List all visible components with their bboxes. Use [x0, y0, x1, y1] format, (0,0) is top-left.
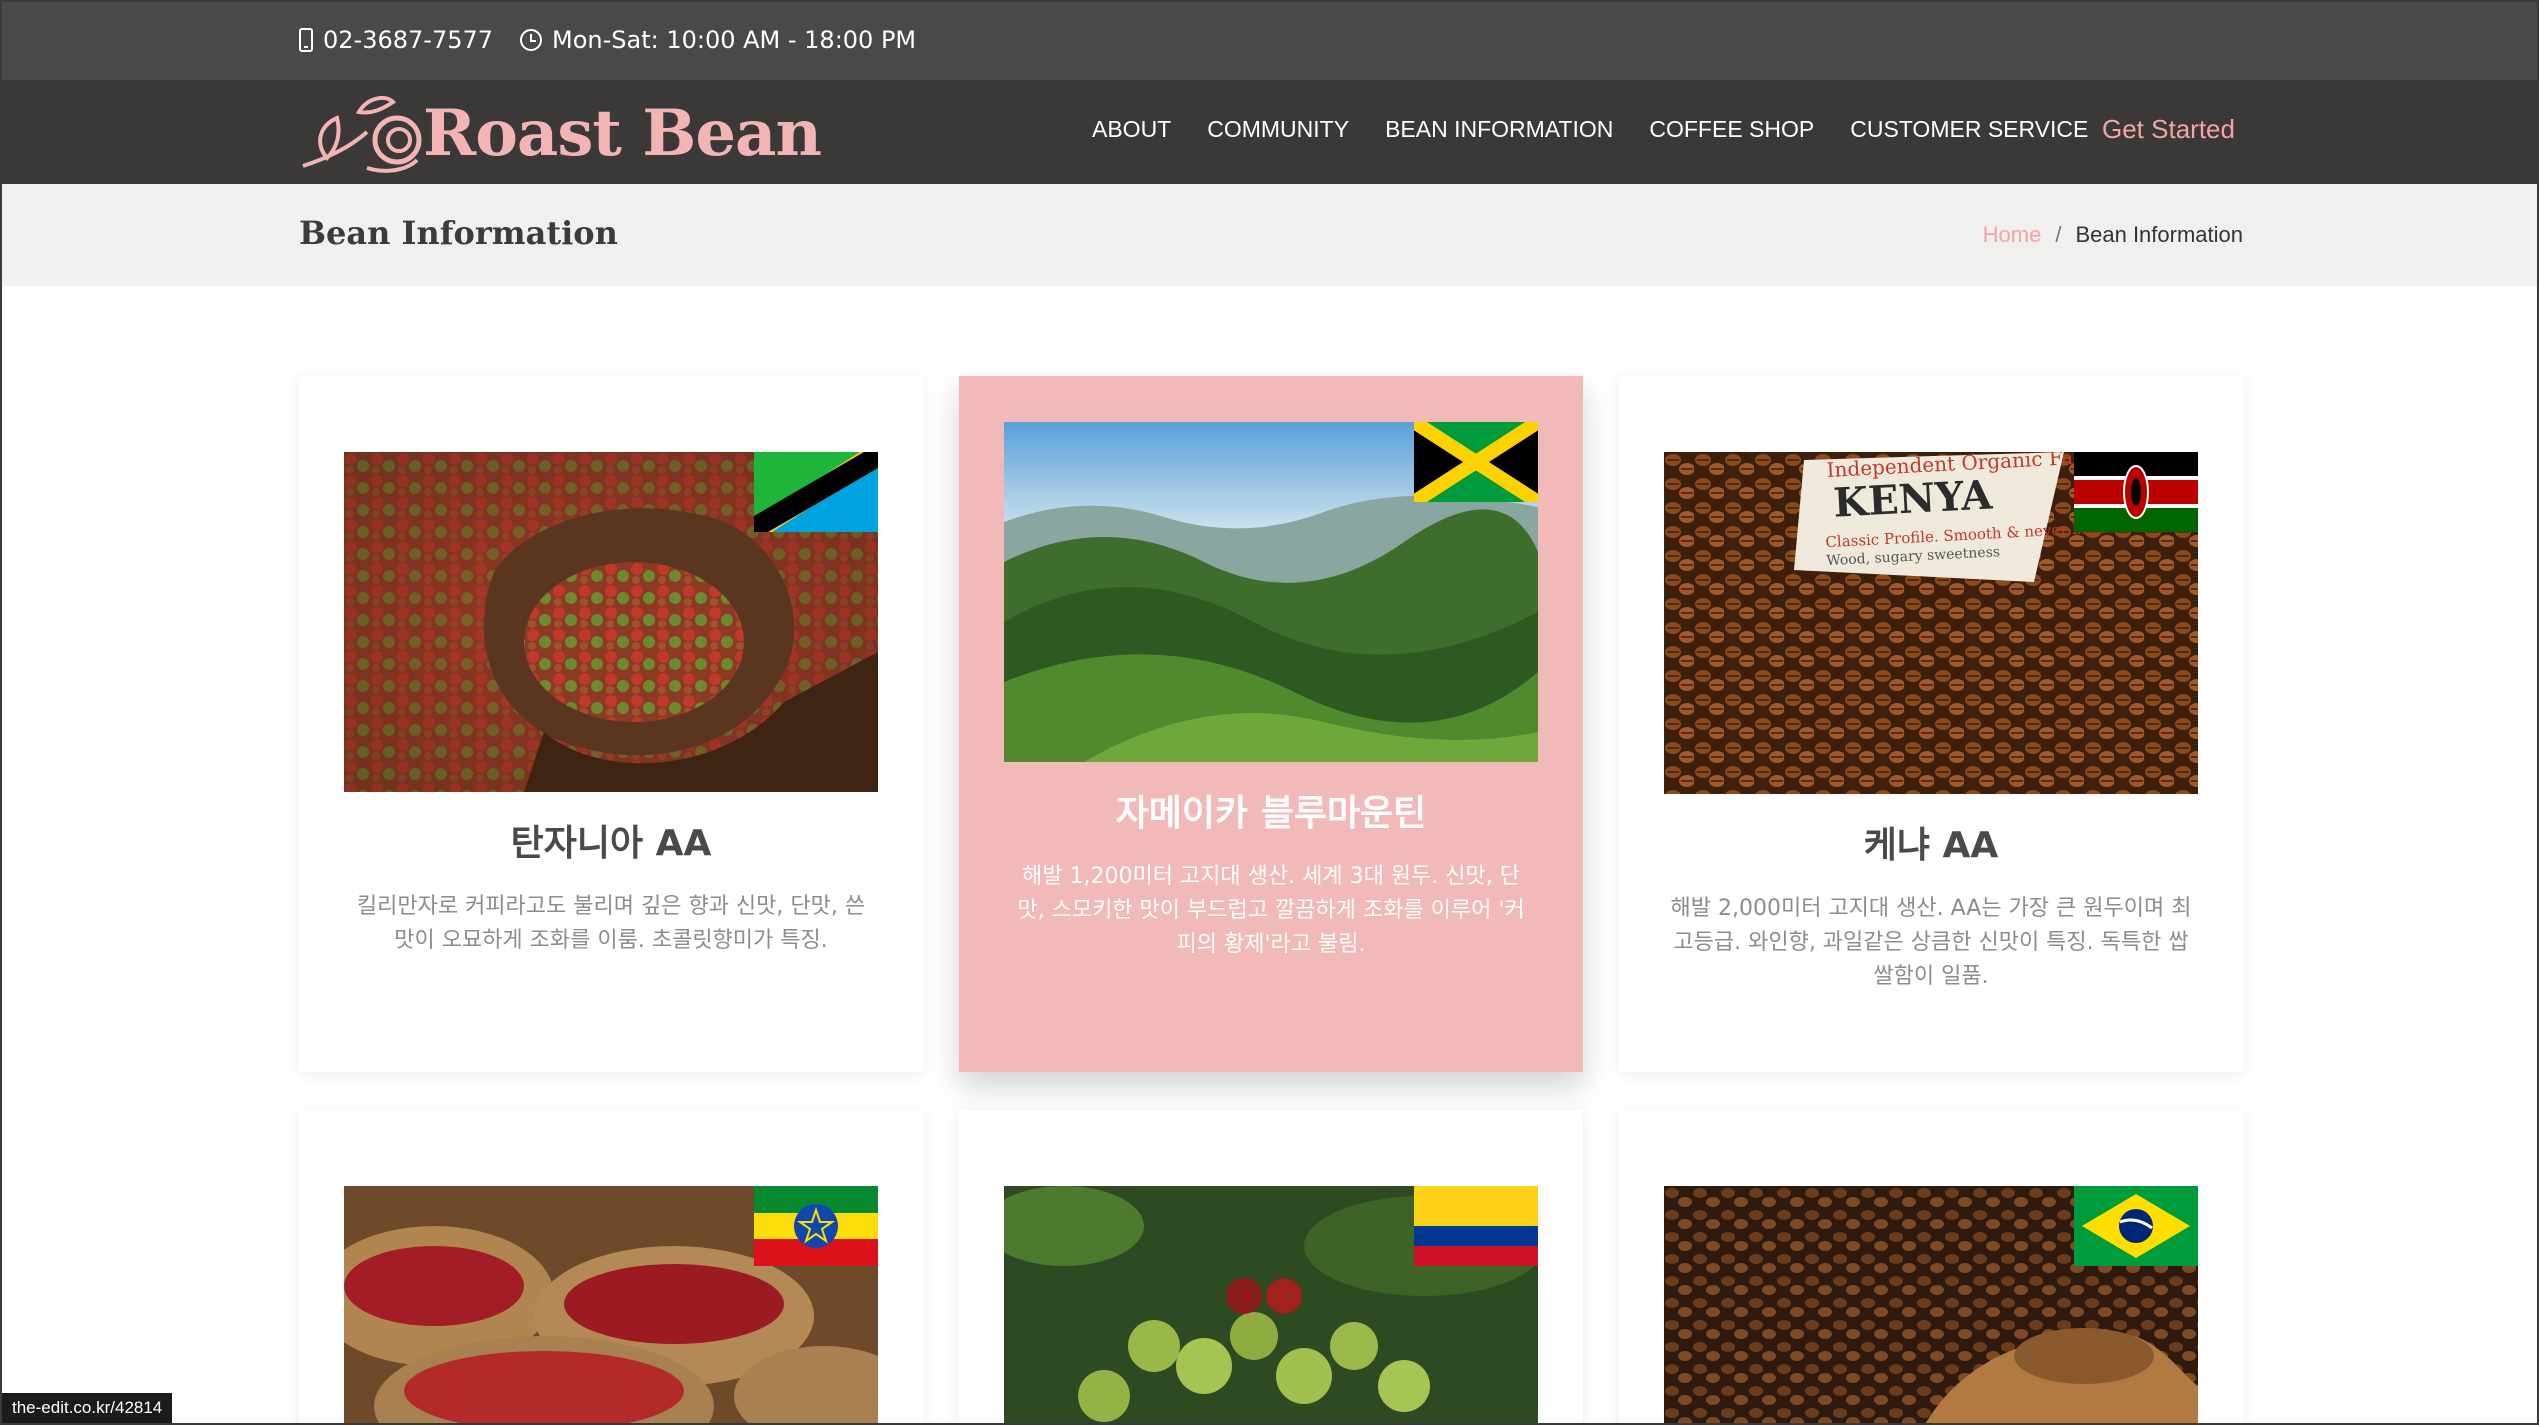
- bean-photo-colombia: [1004, 1186, 1538, 1423]
- page-title: Bean Information: [299, 214, 618, 252]
- jamaica-flag-icon: [1414, 422, 1538, 502]
- leaf-swirl-icon: [302, 95, 422, 173]
- nav-community[interactable]: COMMUNITY: [1207, 116, 1349, 143]
- top-info-bar: 02-3687-7577 Mon-Sat: 10:00 AM - 18:00 P…: [2, 2, 2537, 80]
- page-title-band: Bean Information Home / Bean Information: [2, 184, 2537, 286]
- page-frame: 02-3687-7577 Mon-Sat: 10:00 AM - 18:00 P…: [0, 0, 2539, 1425]
- bean-name: 케냐 AA: [1863, 825, 1999, 866]
- watermark: the-edit.co.kr/42814: [2, 1393, 173, 1423]
- logo-text: Roast Bean: [423, 95, 822, 171]
- get-started-button[interactable]: Get Started: [2102, 114, 2235, 145]
- nav-about[interactable]: ABOUT: [1092, 116, 1171, 143]
- bean-description: 해발 2,000미터 고지대 생산. AA는 가장 큰 원두이며 최고등급. 와…: [1670, 896, 2192, 989]
- bean-card-jamaica[interactable]: 자메이카 블루마운틴 해발 1,200미터 고지대 생산. 세계 3대 원두. …: [959, 376, 1583, 1072]
- bean-card-brazil[interactable]: [1619, 1110, 2243, 1423]
- business-hours: Mon-Sat: 10:00 AM - 18:00 PM: [520, 26, 916, 54]
- tanzania-flag-icon: [754, 452, 878, 532]
- bean-photo-ethiopia: [344, 1186, 878, 1423]
- bean-card-kenya[interactable]: Independent Organic Farms KENYA Classic …: [1619, 376, 2243, 1072]
- clock-icon: [520, 29, 542, 51]
- breadcrumb-current: Bean Information: [2075, 222, 2243, 247]
- bean-description: 해발 1,200미터 고지대 생산. 세계 3대 원두. 신맛, 단맛, 스모키…: [1017, 864, 1525, 957]
- bean-photo-tanzania: [344, 452, 878, 792]
- bean-card-colombia[interactable]: [959, 1110, 1583, 1423]
- phone-icon: [299, 28, 313, 52]
- colombia-flag-icon: [1414, 1186, 1538, 1266]
- bean-name: 자메이카 블루마운틴: [1115, 793, 1427, 834]
- bean-photo-jamaica: [1004, 422, 1538, 762]
- bean-photo-brazil: [1664, 1186, 2198, 1423]
- nav-customer-service[interactable]: CUSTOMER SERVICE: [1850, 116, 2088, 143]
- phone-info[interactable]: 02-3687-7577: [299, 26, 493, 54]
- svg-text:KENYA: KENYA: [1832, 471, 1994, 526]
- nav-coffee-shop[interactable]: COFFEE SHOP: [1649, 116, 1814, 143]
- bean-card-tanzania[interactable]: 탄자니아 AA 킬리만자로 커피라고도 불리며 깊은 향과 신맛, 단맛, 쓴맛…: [299, 376, 923, 1072]
- site-logo[interactable]: Roast Bean: [297, 88, 822, 178]
- ethiopia-flag-icon: [754, 1186, 878, 1266]
- site-header: Roast Bean ABOUT COMMUNITY BEAN INFORMAT…: [2, 80, 2537, 184]
- bean-card-ethiopia[interactable]: [299, 1110, 923, 1423]
- bean-name: 탄자니아 AA: [510, 823, 712, 864]
- nav-bean-information[interactable]: BEAN INFORMATION: [1385, 116, 1613, 143]
- brazil-flag-icon: [2074, 1186, 2198, 1266]
- breadcrumb-home-link[interactable]: Home: [1983, 222, 2042, 248]
- breadcrumb: Home / Bean Information: [1983, 222, 2243, 248]
- kenya-flag-icon: [2074, 452, 2198, 532]
- breadcrumb-separator: /: [2055, 222, 2062, 247]
- bean-description: 킬리만자로 커피라고도 불리며 깊은 향과 신맛, 단맛, 쓴맛이 오묘하게 조…: [356, 894, 866, 953]
- phone-number: 02-3687-7577: [323, 26, 494, 54]
- bean-photo-kenya: Independent Organic Farms KENYA Classic …: [1664, 452, 2198, 794]
- main-nav: ABOUT COMMUNITY BEAN INFORMATION COFFEE …: [1092, 116, 2124, 143]
- hours-text: Mon-Sat: 10:00 AM - 18:00 PM: [552, 26, 917, 54]
